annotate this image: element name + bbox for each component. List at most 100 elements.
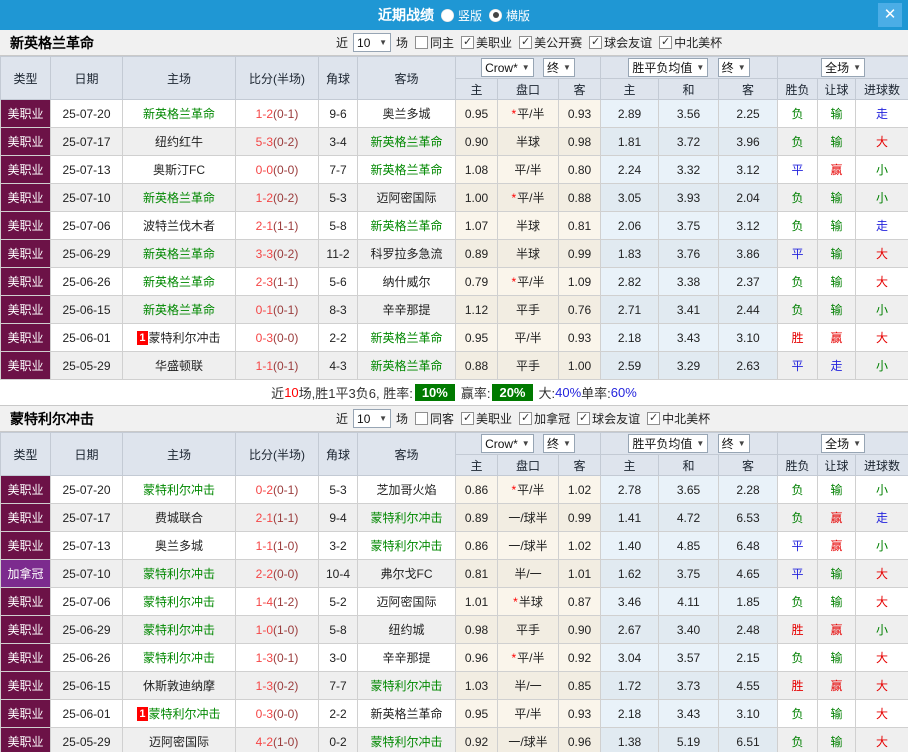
scope-select[interactable]: 全场 ▼ <box>821 58 865 77</box>
bookmaker-select[interactable]: Crow* ▼ <box>481 58 534 78</box>
away-odds-cell: 0.85 <box>558 671 601 700</box>
league-checkbox[interactable]: ✓ <box>461 36 475 49</box>
handicap-result-cell: 输 <box>817 211 857 240</box>
halftime-score: (0-2) <box>273 246 299 261</box>
avg-controls: 胜平负均值 ▼ 终 ▼ <box>599 56 779 79</box>
final-odds-select-value: 终 <box>547 60 560 75</box>
recent-count-select[interactable]: 10 ▼ <box>353 409 392 428</box>
layout-vertical-radio[interactable]: 竖版 <box>440 7 482 24</box>
match-date: 25-07-06 <box>50 587 123 616</box>
wdl-result-cell: 负 <box>777 183 819 212</box>
layout-vertical-label: 竖版 <box>457 8 482 23</box>
bookmaker-select[interactable]: Crow* ▼ <box>481 434 534 454</box>
fulltime-score: 0-0 <box>255 162 273 177</box>
league-type-cell: 美职业 <box>0 587 51 616</box>
match-row: 美职业 25-07-06 蒙特利尔冲击 1-4(1-2) 5-2 迈阿密国际 1.01 *半球… <box>0 587 908 616</box>
close-button[interactable]: ✕ <box>878 3 902 27</box>
odds-controls: Crow* ▼ 终 ▼ <box>455 432 601 455</box>
league-label: 美职业 <box>476 412 513 426</box>
away-team-name: 纳什威尔 <box>382 275 431 289</box>
goals-result-cell: 大 <box>855 323 908 352</box>
home-odds-cell: 0.79 <box>455 267 498 296</box>
league-checkbox[interactable]: ✓ <box>461 412 475 425</box>
wdl-result-cell: 负 <box>777 727 819 752</box>
scope-select[interactable]: 全场 ▼ <box>821 434 865 453</box>
handicap-line-cell: 半/一 <box>497 671 559 700</box>
home-team-cell: 蒙特利尔冲击 <box>122 643 236 672</box>
avg-away-cell: 6.48 <box>717 531 779 560</box>
score-cell: 2-2(0-0) <box>235 559 319 588</box>
avg-draw-cell: 4.72 <box>658 503 719 532</box>
recent-matches-table: 类型 日期 主场 比分(半场) 角球 客场 Crow* ▼ 终 ▼ 胜平负均值 ▼ 终… <box>0 432 908 752</box>
handicap-line-cell: 半/一 <box>497 559 559 588</box>
handicap-line-cell: 半球 <box>497 127 559 156</box>
score-cell: 0-0(0-0) <box>235 155 319 184</box>
corner-cell: 3-4 <box>318 127 358 156</box>
goals-result-cell: 小 <box>855 475 908 504</box>
league-type-cell: 美职业 <box>0 671 51 700</box>
league-checkbox[interactable]: ✓ <box>589 36 603 49</box>
col-wdl: 胜负 <box>777 454 819 476</box>
match-row: 美职业 25-07-20 蒙特利尔冲击 0-2(0-1) 5-3 芝加哥火焰 0.86 *平/… <box>0 475 908 504</box>
home-team-cell: 费城联合 <box>122 503 236 532</box>
match-date: 25-06-01 <box>50 323 123 352</box>
handicap-line-cell: *平/半 <box>497 643 559 672</box>
goals-result-cell: 大 <box>855 671 908 700</box>
home-team-name: 纽约红牛 <box>154 135 203 149</box>
final-avg-select[interactable]: 终 ▼ <box>717 58 750 77</box>
league-type-cell: 美职业 <box>0 267 51 296</box>
away-team-name: 蒙特利尔冲击 <box>370 539 443 553</box>
handicap-rate-label: 赢率: <box>460 386 491 401</box>
away-team-cell: 辛辛那提 <box>357 295 456 324</box>
score-cell: 2-1(1-1) <box>235 211 319 240</box>
single-rate-label: 单率: <box>581 386 611 401</box>
corner-cell: 5-3 <box>318 183 358 212</box>
final-avg-select[interactable]: 终 ▼ <box>717 434 750 453</box>
live-star-icon: * <box>511 483 517 497</box>
match-date: 25-06-15 <box>50 671 123 700</box>
away-odds-cell: 0.81 <box>558 211 601 240</box>
league-checkbox[interactable]: ✓ <box>519 36 533 49</box>
corner-cell: 5-6 <box>318 267 358 296</box>
col-avg-draw: 和 <box>658 454 719 476</box>
avg-home-cell: 1.81 <box>600 127 659 156</box>
league-checkbox[interactable]: ✓ <box>647 412 661 425</box>
fulltime-score: 4-2 <box>255 734 273 749</box>
home-odds-cell: 0.92 <box>455 727 498 752</box>
avg-odds-select[interactable]: 胜平负均值 ▼ <box>628 434 709 453</box>
layout-horizontal-radio[interactable]: 横版 <box>489 7 530 24</box>
section-header: 蒙特利尔冲击 近 10 ▼ 场同客 ✓ 美职业 ✓ 加拿冠 ✓ 球会友谊 ✓ 中北美杯 <box>0 406 908 432</box>
away-team-name: 奥兰多城 <box>382 107 431 121</box>
away-team-cell: 新英格兰革命 <box>357 127 456 156</box>
league-checkbox[interactable]: ✓ <box>577 412 591 425</box>
league-checkbox[interactable]: ✓ <box>659 36 673 49</box>
fulltime-score: 1-3 <box>255 678 273 693</box>
halftime-score: (0-0) <box>273 706 299 721</box>
halftime-score: (1-1) <box>273 510 299 525</box>
wdl-result-cell: 平 <box>777 351 819 380</box>
final-odds-select[interactable]: 终 ▼ <box>543 433 575 453</box>
match-date: 25-06-26 <box>50 267 123 296</box>
away-team-cell: 蒙特利尔冲击 <box>357 671 456 700</box>
same-venue-checkbox[interactable] <box>415 36 429 49</box>
away-team-cell: 迈阿密国际 <box>357 587 456 616</box>
same-venue-checkbox[interactable] <box>415 412 429 425</box>
avg-away-cell: 6.53 <box>717 503 779 532</box>
avg-home-cell: 1.41 <box>600 503 659 532</box>
corner-cell: 4-3 <box>318 351 358 380</box>
away-team-name: 辛辛那提 <box>382 651 431 665</box>
handicap-result-cell: 输 <box>817 643 857 672</box>
avg-away-cell: 2.15 <box>717 643 779 672</box>
col-odds-line: 盘口 <box>497 78 559 100</box>
wdl-result-cell: 负 <box>777 267 819 296</box>
score-cell: 2-3(1-1) <box>235 267 319 296</box>
radio-unchecked-icon <box>440 8 454 22</box>
recent-count-select[interactable]: 10 ▼ <box>353 33 392 52</box>
avg-odds-select[interactable]: 胜平负均值 ▼ <box>628 58 709 77</box>
away-odds-cell: 0.99 <box>558 503 601 532</box>
fulltime-score: 1-3 <box>255 650 273 665</box>
league-checkbox[interactable]: ✓ <box>519 412 533 425</box>
rank-badge: 1 <box>137 707 148 721</box>
scope-controls: 全场 ▼ <box>777 432 908 455</box>
final-odds-select[interactable]: 终 ▼ <box>543 57 575 77</box>
